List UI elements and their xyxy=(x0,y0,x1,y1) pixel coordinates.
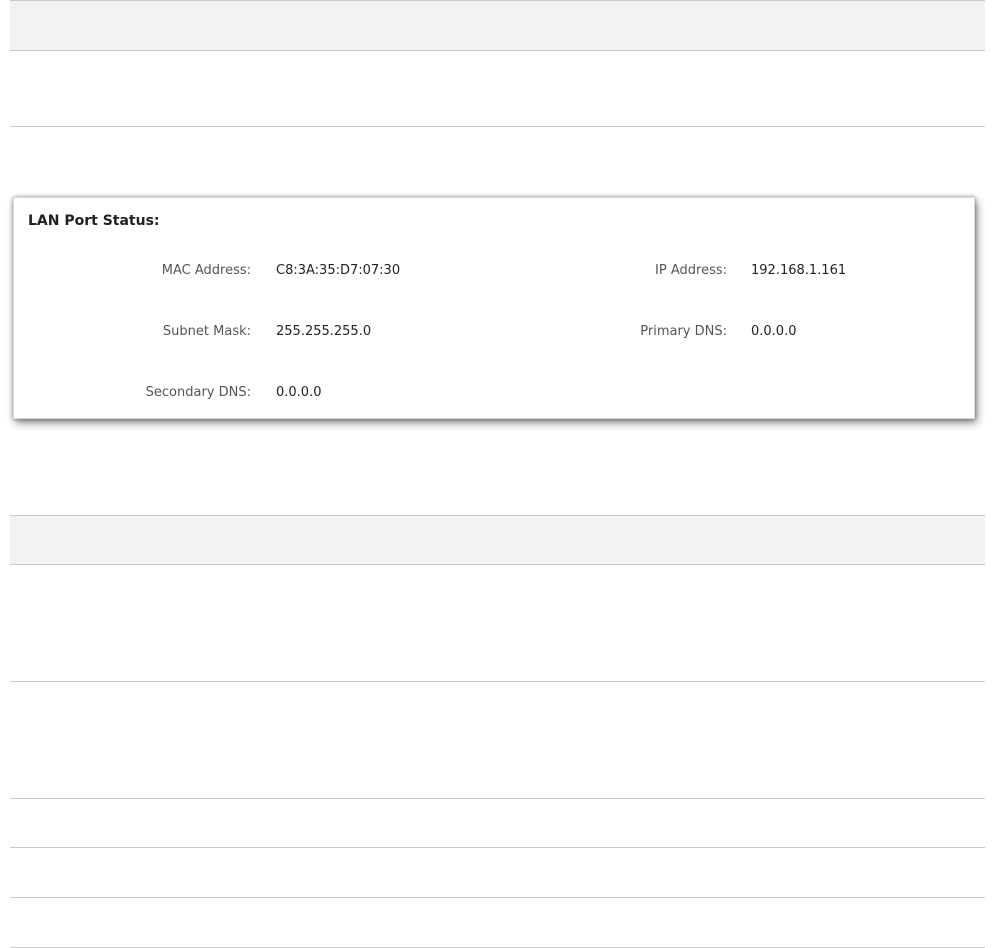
lan-port-status-panel: LAN Port Status: MAC Address: C8:3A:35:D… xyxy=(13,197,975,419)
mac-address-label: MAC Address: xyxy=(161,263,251,278)
subnet-mask-value: 255.255.255.0 xyxy=(276,324,372,339)
primary-dns-label: Primary DNS: xyxy=(640,324,727,339)
primary-dns-value: 0.0.0.0 xyxy=(751,324,797,339)
ip-address-value: 192.168.1.161 xyxy=(751,263,847,278)
section-header-bottom xyxy=(10,515,985,565)
section-row-1 xyxy=(10,565,985,682)
section-row-2 xyxy=(10,682,985,799)
section-row-top xyxy=(10,51,985,127)
secondary-dns-label: Secondary DNS: xyxy=(145,385,251,400)
section-header-top xyxy=(10,0,985,51)
ip-address-label: IP Address: xyxy=(655,263,727,278)
secondary-dns-value: 0.0.0.0 xyxy=(276,385,322,400)
mac-address-value: C8:3A:35:D7:07:30 xyxy=(276,263,401,278)
section-row-4 xyxy=(10,848,985,898)
section-row-5 xyxy=(10,898,985,948)
section-row-3 xyxy=(10,799,985,848)
subnet-mask-label: Subnet Mask: xyxy=(162,324,251,339)
lan-port-status-title: LAN Port Status: xyxy=(28,213,160,229)
